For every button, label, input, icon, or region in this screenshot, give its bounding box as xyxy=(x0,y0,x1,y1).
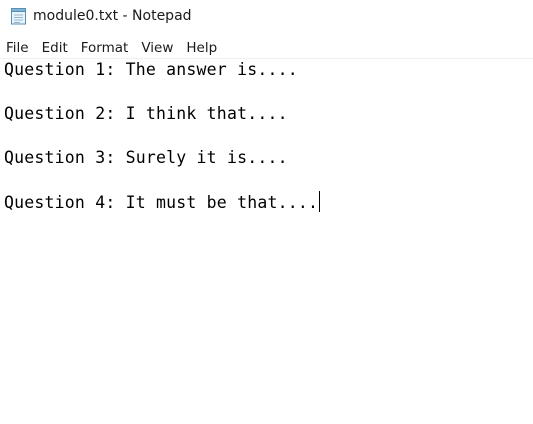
menu-bar: File Edit Format View Help xyxy=(0,37,533,58)
notepad-window: module0.txt - Notepad File Edit Format V… xyxy=(0,0,533,424)
text-line-7[interactable]: Question 4: It must be that.... xyxy=(4,191,321,214)
title-bar[interactable]: module0.txt - Notepad xyxy=(0,0,533,34)
text-editor-area[interactable]: Question 1: The answer is.... Question 2… xyxy=(0,59,533,424)
text-line-1[interactable]: Question 1: The answer is.... xyxy=(4,59,298,81)
text-line-7-content: Question 4: It must be that.... xyxy=(4,193,319,212)
text-caret xyxy=(319,191,321,212)
text-line-5[interactable]: Question 3: Surely it is.... xyxy=(4,147,288,169)
menu-edit[interactable]: Edit xyxy=(36,38,68,58)
menu-format[interactable]: Format xyxy=(75,38,129,58)
notepad-icon xyxy=(11,8,26,25)
text-line-3[interactable]: Question 2: I think that.... xyxy=(4,103,288,125)
window-title: module0.txt - Notepad xyxy=(33,8,192,24)
menu-help[interactable]: Help xyxy=(180,38,217,58)
menu-view[interactable]: View xyxy=(135,38,173,58)
menu-file[interactable]: File xyxy=(0,38,29,58)
